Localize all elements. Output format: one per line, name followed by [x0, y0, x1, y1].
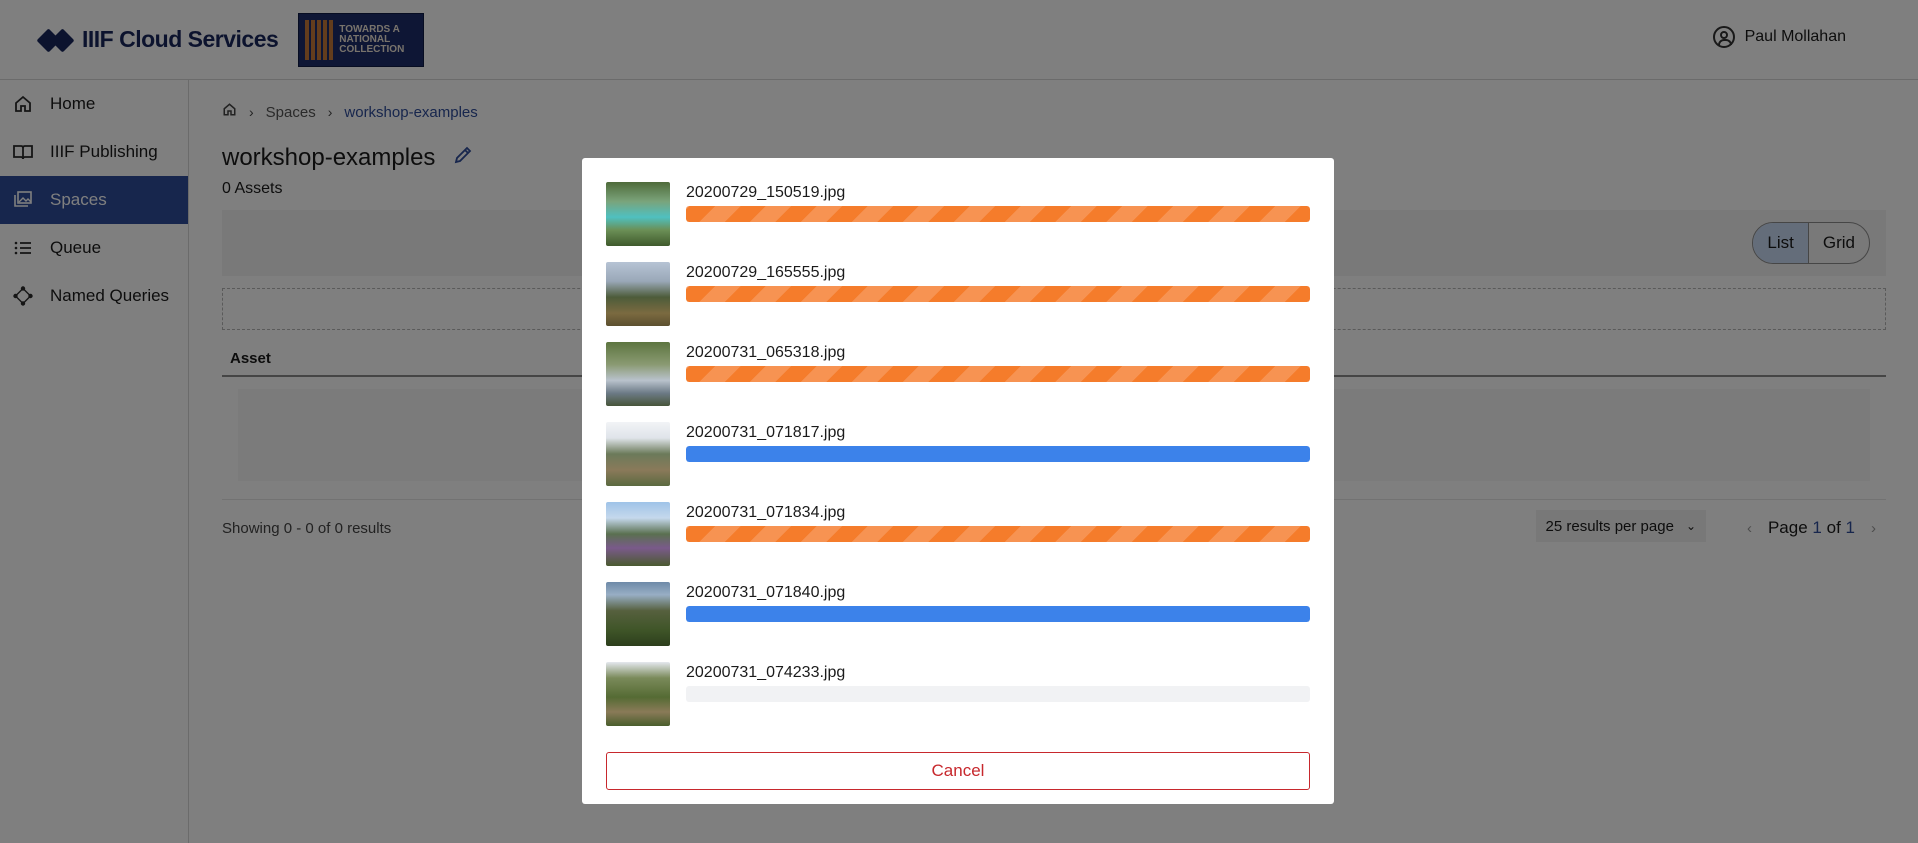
upload-item: 20200731_074233.jpg: [606, 662, 1310, 742]
progress-bar: [686, 526, 1310, 542]
upload-info: 20200731_071840.jpg: [686, 582, 1310, 662]
file-name: 20200731_071834.jpg: [686, 504, 846, 521]
upload-info: 20200729_165555.jpg: [686, 262, 1310, 342]
upload-progress-dialog: 20200729_150519.jpg 20200729_165555.jpg …: [582, 158, 1334, 804]
image-thumbnail: [606, 662, 670, 726]
progress-bar: [686, 606, 1310, 622]
upload-item: 20200731_071817.jpg: [606, 422, 1310, 502]
upload-item: 20200729_165555.jpg: [606, 262, 1310, 342]
progress-bar: [686, 446, 1310, 462]
upload-info: 20200729_150519.jpg: [686, 182, 1310, 262]
image-thumbnail: [606, 502, 670, 566]
image-thumbnail: [606, 262, 670, 326]
file-name: 20200729_165555.jpg: [686, 264, 846, 281]
upload-info: 20200731_065318.jpg: [686, 342, 1310, 422]
upload-info: 20200731_071817.jpg: [686, 422, 1310, 502]
progress-bar: [686, 686, 1310, 702]
upload-list: 20200729_150519.jpg 20200729_165555.jpg …: [606, 182, 1310, 742]
file-name: 20200731_071817.jpg: [686, 424, 846, 441]
progress-fill: [686, 526, 1310, 542]
image-thumbnail: [606, 342, 670, 406]
file-name: 20200729_150519.jpg: [686, 184, 846, 201]
upload-item: 20200731_065318.jpg: [606, 342, 1310, 422]
upload-item: 20200731_071834.jpg: [606, 502, 1310, 582]
progress-bar: [686, 286, 1310, 302]
upload-item: 20200731_071840.jpg: [606, 582, 1310, 662]
progress-fill: [686, 366, 1310, 382]
progress-fill: [686, 606, 1310, 622]
upload-item: 20200729_150519.jpg: [606, 182, 1310, 262]
progress-bar: [686, 206, 1310, 222]
file-name: 20200731_071840.jpg: [686, 584, 846, 601]
progress-bar: [686, 366, 1310, 382]
image-thumbnail: [606, 422, 670, 486]
image-thumbnail: [606, 182, 670, 246]
progress-fill: [686, 206, 1310, 222]
file-name: 20200731_074233.jpg: [686, 664, 846, 681]
upload-info: 20200731_074233.jpg: [686, 662, 1310, 742]
file-name: 20200731_065318.jpg: [686, 344, 846, 361]
image-thumbnail: [606, 582, 670, 646]
progress-fill: [686, 286, 1310, 302]
progress-fill: [686, 446, 1310, 462]
upload-info: 20200731_071834.jpg: [686, 502, 1310, 582]
cancel-button[interactable]: Cancel: [606, 752, 1310, 790]
